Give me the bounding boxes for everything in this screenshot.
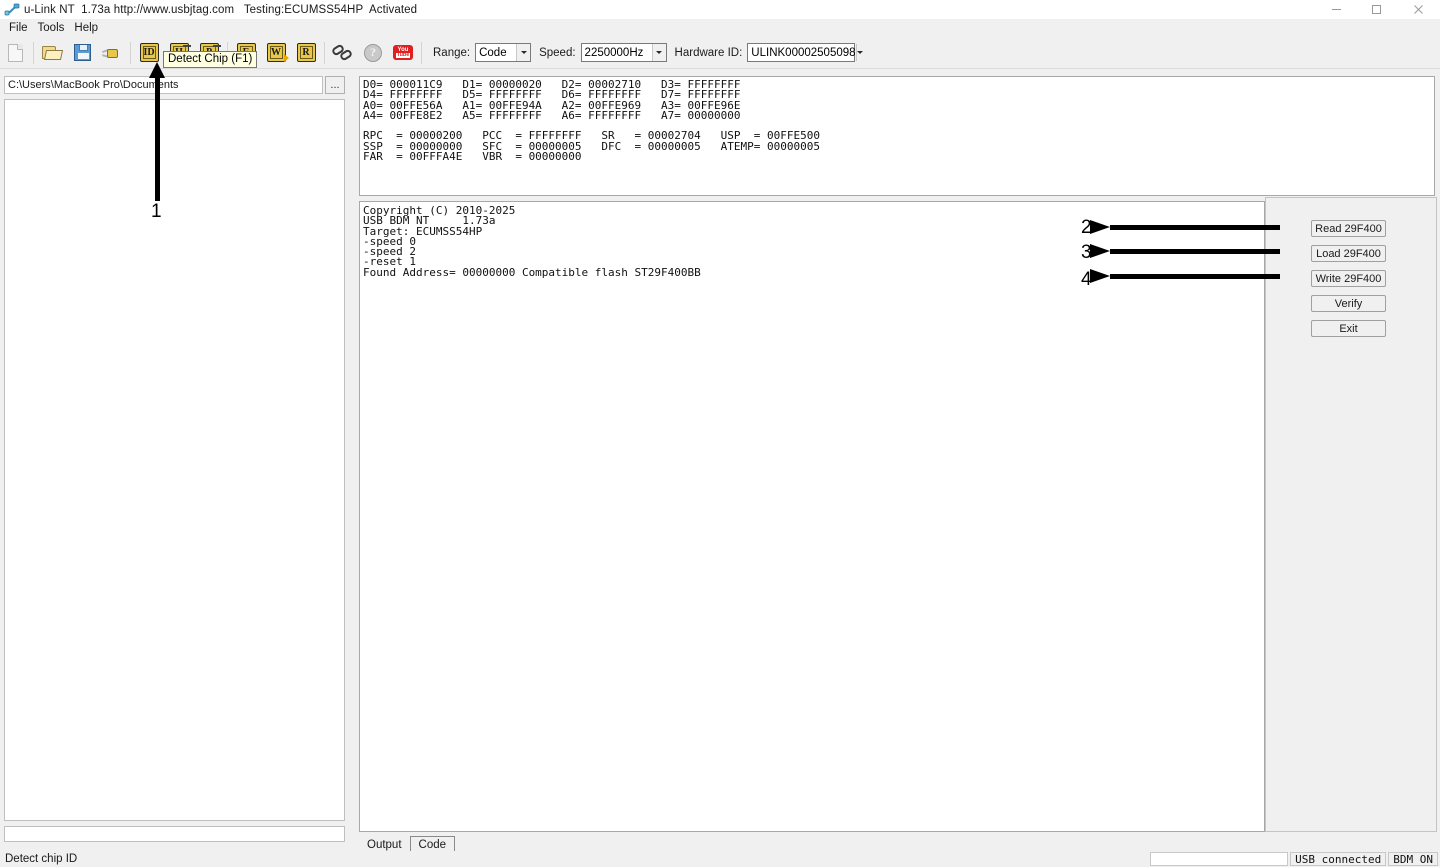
bdm-status-badge: BDM ON [1388,852,1438,866]
statusbar: Detect chip ID USB connected BDM ON [0,851,1440,867]
register-pane: D0= 000011C9 D1= 00000020 D2= 00002710 D… [359,76,1435,196]
menu-tools[interactable]: Tools [33,21,70,35]
file-list[interactable] [4,99,345,821]
filename-field[interactable] [4,826,345,842]
path-row: C:\Users\MacBook Pro\Documents ... [4,76,345,94]
range-label: Range: [433,46,471,59]
icon-letter: R [302,47,310,58]
help-button[interactable]: ? [360,40,386,66]
toolbar-separator [33,41,34,64]
new-file-icon [7,43,23,62]
close-button[interactable] [1396,0,1440,19]
youtube-button[interactable]: You Tube [390,40,416,66]
toolbar-separator [130,41,131,64]
tab-code[interactable]: Code [409,836,456,852]
youtube-icon: You Tube [393,45,413,60]
chip-settings-button[interactable] [99,40,125,66]
chevron-down-icon[interactable] [516,44,531,61]
write-chip-icon: W [266,43,289,62]
verify-button[interactable]: Verify [1311,295,1386,312]
open-folder-icon [42,44,64,61]
annotation-number-4: 4 [1081,269,1092,290]
toolbar-separator [324,41,325,64]
status-message: Detect chip ID [5,853,78,865]
toolbar-separator [421,41,422,64]
range-select[interactable]: Code [475,43,532,62]
chevron-down-icon[interactable] [855,44,863,61]
tab-output[interactable]: Output [359,837,410,852]
connection-link-button[interactable] [330,40,356,66]
save-file-button[interactable] [69,40,95,66]
hardware-id-select[interactable]: ULINK00002505098 [747,43,863,62]
register-dump: D0= 000011C9 D1= 00000020 D2= 00002710 D… [363,78,820,164]
output-log-pane[interactable]: Copyright (C) 2010-2025 USB BDM NT 1.73a… [359,201,1265,832]
menu-help[interactable]: Help [69,21,103,35]
detect-chip-tooltip: Detect Chip (F1) [163,51,258,68]
new-file-button[interactable] [2,40,28,66]
icon-letter: W [271,47,281,58]
annotation-number-1: 1 [151,201,162,222]
open-file-button[interactable] [39,40,65,66]
chip-cable-icon [101,46,122,60]
app-cable-icon [4,3,20,17]
window-title: u-Link NT 1.73a http://www.usbjtag.com T… [24,3,418,16]
help-icon: ? [364,43,382,62]
menubar: File Tools Help [0,19,1440,37]
exit-button[interactable]: Exit [1311,320,1386,337]
load-29f400-button[interactable]: Load 29F400 [1311,245,1386,262]
maximize-button[interactable] [1356,0,1396,19]
output-log-text: Copyright (C) 2010-2025 USB BDM NT 1.73a… [363,204,701,279]
action-button-panel: Read 29F400 Load 29F400 Write 29F400 Ver… [1265,197,1437,832]
titlebar: u-Link NT 1.73a http://www.usbjtag.com T… [0,0,1440,19]
browse-button[interactable]: ... [325,76,345,94]
hardware-id-label: Hardware ID: [674,46,743,59]
chevron-down-icon[interactable] [651,44,666,61]
speed-select[interactable]: 2250000Hz [580,43,667,62]
read-chip-icon: R [296,43,316,62]
icon-letter: ID [143,47,155,58]
save-floppy-icon [73,44,91,61]
tab-bar: Output Code [359,836,1435,852]
status-blank-field [1150,852,1289,866]
annotation-number-2: 2 [1081,217,1092,238]
menu-file[interactable]: File [4,21,33,35]
hardware-id-field: Hardware ID: ULINK00002505098 [674,43,863,62]
path-input[interactable]: C:\Users\MacBook Pro\Documents [4,76,323,94]
detect-chip-id-icon: ID [139,43,159,62]
usb-status-badge: USB connected [1290,852,1387,866]
minimize-button[interactable] [1316,0,1356,19]
speed-value: 2250000Hz [584,46,644,59]
window-controls [1316,0,1440,19]
read-chip-button[interactable]: R [293,40,319,66]
write-chip-button[interactable]: W [263,40,289,66]
read-29f400-button[interactable]: Read 29F400 [1311,220,1386,237]
status-indicators: USB connected BDM ON [1150,852,1440,866]
link-chain-icon [330,42,354,62]
speed-field: Speed: 2250000Hz [539,43,667,62]
icon-letter: ? [370,45,376,59]
ulink-nt-window: u-Link NT 1.73a http://www.usbjtag.com T… [0,0,1440,867]
range-field: Range: Code [433,43,532,62]
hardware-id-value: ULINK00002505098 [751,46,856,59]
write-29f400-button[interactable]: Write 29F400 [1311,270,1386,287]
annotation-number-3: 3 [1081,242,1092,263]
range-value: Code [479,46,507,59]
speed-label: Speed: [539,46,576,59]
